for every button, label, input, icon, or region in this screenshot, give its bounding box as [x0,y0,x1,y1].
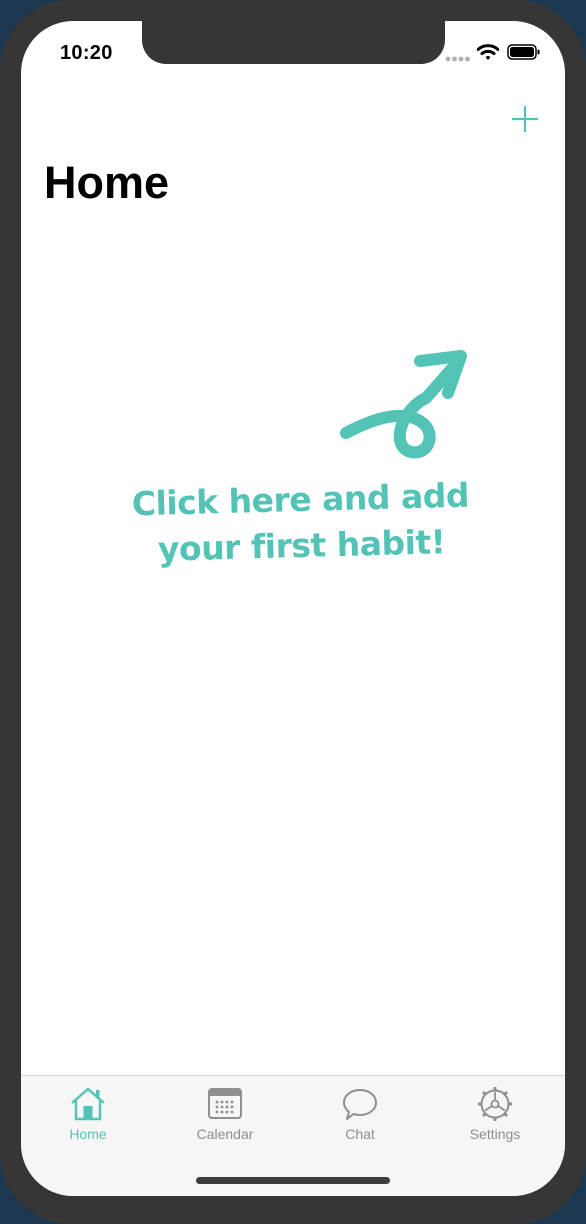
calendar-icon [208,1088,242,1119]
tab-label-chat: Chat [345,1126,375,1142]
battery-icon [507,44,540,60]
plus-icon [512,106,538,132]
wifi-icon [477,44,499,60]
tab-chat[interactable]: Chat [305,1086,415,1150]
gear-icon [478,1087,512,1121]
home-indicator[interactable] [196,1177,390,1184]
add-habit-button[interactable] [507,101,543,137]
page-title: Home [44,157,170,208]
phone-frame: 10:20 Home Click here and add your first… [0,0,586,1224]
tab-label-calendar: Calendar [196,1126,254,1142]
tab-calendar[interactable]: Calendar [170,1086,280,1150]
speech-bubble-icon [343,1089,377,1120]
status-time: 10:20 [60,42,113,64]
empty-state-hint: Click here and add your first habit! [110,472,492,574]
cellular-signal-icon [445,56,470,62]
tab-label-home: Home [69,1126,107,1142]
curly-arrow-icon [340,350,467,459]
tab-label-settings: Settings [469,1126,521,1142]
tab-settings[interactable]: Settings [440,1086,550,1150]
screen: 10:20 Home Click here and add your first… [21,21,565,1196]
house-icon [71,1087,105,1121]
hint-line-2: your first habit! [157,522,446,569]
notch [142,21,445,64]
tab-home[interactable]: Home [33,1086,143,1150]
